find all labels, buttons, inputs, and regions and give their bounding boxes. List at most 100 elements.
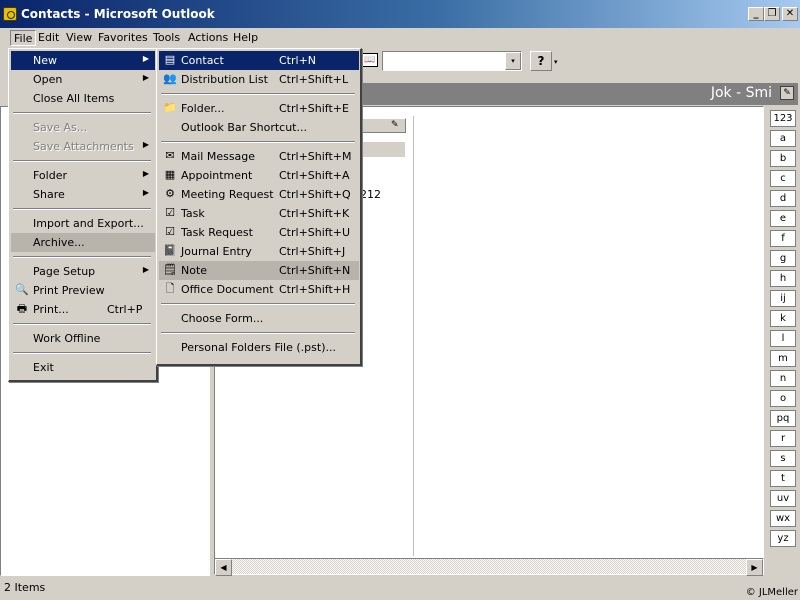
menu-separator: [161, 332, 355, 334]
new_menu-item-task-request[interactable]: ☑ Task Request Ctrl+Shift+U: [159, 223, 359, 242]
menu-tools[interactable]: Tools: [150, 30, 183, 46]
new_menu-item-choose-form[interactable]: Choose Form...: [159, 309, 359, 328]
index-tab-o[interactable]: o: [770, 390, 796, 407]
menu-separator: [161, 93, 355, 95]
index-tab-n[interactable]: n: [770, 370, 796, 387]
new_menu-item-distribution-list[interactable]: 👥 Distribution List Ctrl+Shift+L: [159, 70, 359, 89]
new_menu-item-appointment[interactable]: ▦ Appointment Ctrl+Shift+A: [159, 166, 359, 185]
file_menu-item-share[interactable]: Share ▶: [11, 185, 155, 204]
new_menu-item-mail-message[interactable]: ✉ Mail Message Ctrl+Shift+M: [159, 147, 359, 166]
file_menu-item-print-preview[interactable]: 🔍 Print Preview: [11, 281, 155, 300]
file_menu-item-work-offline[interactable]: Work Offline: [11, 329, 155, 348]
menu-separator: [13, 112, 151, 114]
new_menu-item-personal-folders-file-pst[interactable]: Personal Folders File (.pst)...: [159, 338, 359, 357]
menu-actions[interactable]: Actions: [185, 30, 231, 46]
minimize-button[interactable]: _: [748, 7, 764, 21]
index-tab-e[interactable]: e: [770, 210, 796, 227]
menu-separator: [13, 352, 151, 354]
menu-item-label: Task: [181, 207, 205, 220]
index-tab-uv[interactable]: uv: [770, 490, 796, 507]
menu-item-label: Contact: [181, 54, 224, 67]
new_menu-item-office-document[interactable]: 🗋 Office Document Ctrl+Shift+H: [159, 280, 359, 299]
menu-item-shortcut: Ctrl+Shift+E: [279, 102, 349, 115]
horizontal-scrollbar[interactable]: ◀ ▶: [214, 558, 764, 576]
menu-separator: [13, 208, 151, 210]
calendar-icon: ▦: [164, 168, 176, 181]
index-tab-123[interactable]: 123: [770, 110, 796, 127]
menu-item-label: New: [33, 54, 57, 67]
file_menu-item-new[interactable]: New ▶: [11, 51, 155, 70]
index-tab-s[interactable]: s: [770, 450, 796, 467]
file_menu-item-close-all-items[interactable]: Close All Items: [11, 89, 155, 108]
file_menu-item-import-and-export[interactable]: Import and Export...: [11, 214, 155, 233]
scroll-right-icon[interactable]: ▶: [746, 559, 763, 576]
index-tab-c[interactable]: c: [770, 170, 796, 187]
file_menu-item-page-setup[interactable]: Page Setup ▶: [11, 262, 155, 281]
index-tab-r[interactable]: r: [770, 430, 796, 447]
menu-item-shortcut: Ctrl+Shift+J: [279, 245, 346, 258]
new_menu-item-meeting-request[interactable]: ⚙ Meeting Request Ctrl+Shift+Q: [159, 185, 359, 204]
close-button[interactable]: ✕: [782, 7, 798, 21]
menu-separator: [161, 303, 355, 305]
menu-separator: [13, 160, 151, 162]
index-tab-g[interactable]: g: [770, 250, 796, 267]
file_menu-item-folder[interactable]: Folder ▶: [11, 166, 155, 185]
help-dropdown-icon[interactable]: ▾: [554, 58, 558, 66]
find-contact-combo[interactable]: ▾: [382, 51, 522, 71]
submenu-arrow-icon: ▶: [142, 140, 149, 149]
folder-banner: Jok - Smi ✎: [358, 83, 798, 105]
index-tab-h[interactable]: h: [770, 270, 796, 287]
menu-favorites[interactable]: Favorites: [95, 30, 151, 46]
menu-item-label: Close All Items: [33, 92, 115, 105]
new_menu-item-folder[interactable]: 📁 Folder... Ctrl+Shift+E: [159, 99, 359, 118]
menu-item-label: Save Attachments: [33, 140, 134, 153]
index-tab-wx[interactable]: wx: [770, 510, 796, 527]
index-tab-ij[interactable]: ij: [770, 290, 796, 307]
file_menu-item-save-as[interactable]: Save As...: [11, 118, 155, 137]
file_menu-item-save-attachments[interactable]: Save Attachments ▶: [11, 137, 155, 156]
address-book-icon[interactable]: 📖: [362, 53, 378, 67]
menu-view[interactable]: View: [63, 30, 95, 46]
index-tab-d[interactable]: d: [770, 190, 796, 207]
title-bar: Contacts - Microsoft Outlook _ ❐ ✕: [0, 0, 800, 28]
menu-item-label: Print Preview: [33, 284, 105, 297]
menu-file[interactable]: File: [10, 30, 37, 46]
new_menu-item-note[interactable]: 🗒 Note Ctrl+Shift+N: [159, 261, 359, 280]
new_menu-item-contact[interactable]: ▤ Contact Ctrl+N: [159, 51, 359, 70]
new-submenu: ▤ Contact Ctrl+N 👥 Distribution List Ctrl+Shi…: [156, 48, 362, 366]
menu-item-label: Archive...: [33, 236, 85, 249]
menu-item-label: Office Document: [181, 283, 274, 296]
folder-icon: 📁: [163, 101, 177, 114]
new_menu-item-journal-entry[interactable]: 📓 Journal Entry Ctrl+Shift+J: [159, 242, 359, 261]
index-tab-a[interactable]: a: [770, 130, 796, 147]
file_menu-item-print[interactable]: 🖶 Print... Ctrl+P: [11, 300, 155, 319]
chevron-down-icon[interactable]: ▾: [505, 52, 521, 70]
file_menu-item-open[interactable]: Open ▶: [11, 70, 155, 89]
index-tab-yz[interactable]: yz: [770, 530, 796, 547]
new_menu-item-outlook-bar-shortcut[interactable]: Outlook Bar Shortcut...: [159, 118, 359, 137]
menu-item-label: Page Setup: [33, 265, 96, 278]
contact-view-icon[interactable]: ✎: [780, 86, 794, 100]
file_menu-item-archive[interactable]: Archive...: [11, 233, 155, 252]
outlook-app-icon[interactable]: [3, 7, 17, 21]
submenu-arrow-icon: ▶: [142, 169, 149, 178]
submenu-arrow-icon: ▶: [142, 73, 149, 82]
index-tab-pq[interactable]: pq: [770, 410, 796, 427]
menu-item-label: Appointment: [181, 169, 253, 182]
index-tab-f[interactable]: f: [770, 230, 796, 247]
scroll-left-icon[interactable]: ◀: [215, 559, 232, 576]
index-tab-m[interactable]: m: [770, 350, 796, 367]
menu-edit[interactable]: Edit: [35, 30, 62, 46]
index-tab-l[interactable]: l: [770, 330, 796, 347]
menu-item-shortcut: Ctrl+Shift+A: [279, 169, 350, 182]
file_menu-item-exit[interactable]: Exit: [11, 358, 155, 377]
index-tab-t[interactable]: t: [770, 470, 796, 487]
new_menu-item-task[interactable]: ☑ Task Ctrl+Shift+K: [159, 204, 359, 223]
help-icon[interactable]: ?: [530, 51, 552, 71]
index-tab-k[interactable]: k: [770, 310, 796, 327]
menu-help[interactable]: Help: [230, 30, 261, 46]
menu-item-label: Exit: [33, 361, 54, 374]
index-tab-b[interactable]: b: [770, 150, 796, 167]
column-divider[interactable]: [413, 116, 414, 556]
maximize-button[interactable]: ❐: [764, 7, 780, 21]
